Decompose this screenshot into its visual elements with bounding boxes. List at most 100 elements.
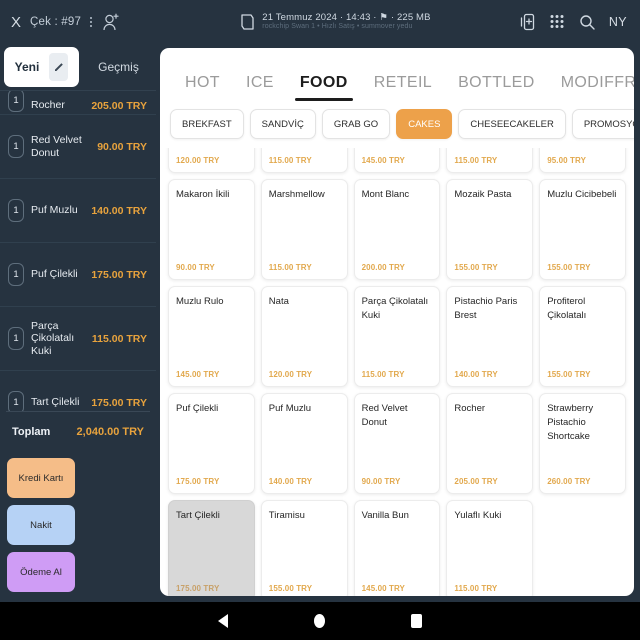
tab-bottled[interactable]: BOTTLED	[445, 74, 548, 101]
chip-cakes[interactable]: CAKES	[396, 109, 453, 139]
product-card[interactable]: Mont Blanc 200.00 TRY	[353, 179, 441, 280]
product-price: 155.00 TRY	[454, 263, 498, 272]
cart-item-qty[interactable]: 1	[8, 327, 24, 350]
cart-item-price: 90.00 TRY	[97, 140, 147, 153]
product-price: 115.00 TRY	[454, 584, 498, 593]
product-card[interactable]: Rocher 205.00 TRY	[446, 393, 534, 494]
product-card[interactable]: Mozaik Pasta 155.00 TRY	[446, 179, 534, 280]
product-name: Rocher	[454, 403, 486, 414]
tab-ice[interactable]: ICE	[233, 74, 287, 101]
take-payment-button[interactable]: Ödeme Al	[7, 552, 75, 592]
cart-item-price: 115.00 TRY	[91, 332, 147, 345]
product-card[interactable]: Marshmellow 115.00 TRY	[260, 179, 348, 280]
cart-item-row[interactable]: 1 Puf Muzlu 140.00 TRY	[0, 179, 156, 243]
add-to-list-icon[interactable]	[520, 13, 536, 31]
cart-item-qty[interactable]: 1	[8, 199, 24, 222]
product-price: 175.00 TRY	[176, 477, 220, 486]
product-name: Marshmellow	[268, 189, 325, 200]
product-price: 95.00 TRY	[547, 156, 587, 165]
product-card[interactable]: 95.00 TRY	[539, 148, 626, 173]
product-card[interactable]: Puf Çilekli 175.00 TRY	[168, 393, 255, 494]
chip-grab-go[interactable]: GRAB GO	[321, 109, 391, 139]
product-card[interactable]: 120.00 TRY	[168, 148, 255, 173]
search-icon[interactable]	[579, 14, 596, 31]
cart-item-qty[interactable]: 1	[8, 91, 24, 112]
product-grid: 120.00 TRY 115.00 TRY 145.00 TRY 115.00 TRY…	[168, 148, 626, 596]
product-name: Profiterol Çikolatalı	[547, 296, 587, 321]
product-name: Mozaik Pasta	[454, 189, 512, 200]
product-price: 205.00 TRY	[454, 477, 498, 486]
tab-gecmis[interactable]: Geçmiş	[81, 44, 156, 90]
product-card[interactable]: Puf Muzlu 140.00 TRY	[260, 393, 348, 494]
tab-food[interactable]: FOOD	[287, 74, 361, 101]
tab-yeni[interactable]: Yeni	[4, 47, 79, 87]
cart-item-row[interactable]: 1 Red Velvet Donut 90.00 TRY	[0, 115, 156, 179]
user-initials-badge[interactable]: NY	[609, 15, 627, 29]
cart-item-row[interactable]: 1 Puf Çilekli 175.00 TRY	[0, 243, 156, 307]
product-card[interactable]: Muzlu Cicibebeli 155.00 TRY	[539, 179, 626, 280]
check-number-label[interactable]: Çek : #97	[30, 16, 81, 28]
kebab-menu-icon[interactable]	[90, 17, 93, 27]
product-card[interactable]: 115.00 TRY	[260, 148, 348, 173]
product-price: 90.00 TRY	[176, 263, 215, 272]
add-person-icon[interactable]	[101, 11, 121, 33]
tab-hot[interactable]: HOT	[172, 74, 233, 101]
product-card[interactable]: Pistachio Paris Brest 140.00 TRY	[446, 286, 534, 387]
recents-square-icon[interactable]	[411, 614, 422, 628]
cart-item-qty[interactable]: 1	[8, 263, 24, 286]
cash-button[interactable]: Nakit	[7, 505, 75, 545]
cart-item-row[interactable]: 1 Tart Çilekli 175.00 TRY	[0, 371, 156, 411]
pencil-icon[interactable]	[49, 53, 69, 81]
cart-item-row[interactable]: 1 Rocher 205.00 TRY	[0, 91, 156, 115]
cart-item-name: Puf Çilekli	[31, 268, 78, 281]
cart-item-list[interactable]: 1 Rocher 205.00 TRY 1 Red Velvet Donut 9…	[0, 90, 156, 411]
tab-reteil[interactable]: RETEIL	[361, 74, 445, 101]
product-card[interactable]: 145.00 TRY	[353, 148, 441, 173]
product-price: 115.00 TRY	[361, 370, 405, 379]
cart-item-qty[interactable]: 1	[8, 135, 24, 158]
product-card[interactable]: Makaron İkili 90.00 TRY	[168, 179, 255, 280]
chip-sandvic[interactable]: SANDVİÇ	[249, 109, 316, 139]
cart-item-name: Parça Çikolatalı Kuki	[31, 319, 75, 357]
product-card[interactable]: Nata 120.00 TRY	[260, 286, 348, 387]
product-card[interactable]: Profiterol Çikolatalı 155.00 TRY	[539, 286, 626, 387]
close-icon[interactable]: X	[11, 15, 21, 30]
credit-card-button[interactable]: Kredi Kartı	[7, 458, 75, 498]
product-name: Puf Muzlu	[268, 403, 312, 414]
product-name: Tart Çilekli	[176, 510, 220, 521]
session-info: 21 Temmuz 2024 · 14:43 · ⚑ · 225 MB rock…	[151, 11, 520, 32]
cart-item-row[interactable]: 1 Parça Çikolatalı Kuki 115.00 TRY	[0, 307, 156, 371]
qr-grid-icon[interactable]	[549, 14, 566, 31]
product-card[interactable]: Yulaflı Kuki 115.00 TRY	[446, 500, 534, 596]
cart-item-name: Red Velvet Donut	[31, 133, 82, 159]
product-price: 145.00 TRY	[361, 584, 405, 593]
chip-cheseecakeler[interactable]: CHESEECAKELER	[458, 109, 566, 139]
chip-promosyon[interactable]: PROMOSYON	[571, 109, 634, 139]
back-triangle-icon[interactable]	[218, 614, 228, 628]
cart-item-price: 175.00 TRY	[91, 268, 147, 281]
product-price: 200.00 TRY	[361, 263, 405, 272]
product-card[interactable]: Vanilla Bun 145.00 TRY	[353, 500, 441, 596]
chip-brekfast[interactable]: BREKFAST	[170, 109, 244, 139]
product-name: Red Velvet Donut	[361, 403, 408, 428]
cart-item-qty[interactable]: 1	[8, 391, 24, 411]
catalog-panel: HOT ICE FOOD RETEIL BOTTLED MODIFFRES BR…	[160, 48, 634, 596]
product-price: 155.00 TRY	[268, 584, 313, 593]
product-card[interactable]: Tart Çilekli 175.00 TRY	[168, 500, 255, 596]
product-card[interactable]: Parça Çikolatalı Kuki 115.00 TRY	[353, 286, 441, 387]
tab-modiffres[interactable]: MODIFFRES	[548, 74, 634, 101]
session-title: 21 Temmuz 2024 · 14:43 · ⚑ · 225 MB	[262, 11, 431, 23]
cart-item-name: Puf Muzlu	[31, 204, 78, 217]
product-price: 175.00 TRY	[176, 584, 220, 593]
product-grid-scroll[interactable]: 120.00 TRY 115.00 TRY 145.00 TRY 115.00 TRY…	[160, 148, 634, 596]
product-card[interactable]: Red Velvet Donut 90.00 TRY	[353, 393, 441, 494]
product-card[interactable]: Muzlu Rulo 145.00 TRY	[168, 286, 255, 387]
product-name: Muzlu Cicibebeli	[547, 189, 617, 200]
tab-gecmis-label: Geçmiş	[98, 60, 139, 74]
android-nav-bar	[0, 602, 640, 640]
order-total: Toplam 2,040.00 TRY	[6, 411, 150, 451]
product-card[interactable]: Tiramisu 155.00 TRY	[260, 500, 348, 596]
home-circle-icon[interactable]	[314, 614, 325, 628]
product-card[interactable]: Strawberry Pistachio Shortcake 260.00 TRY	[539, 393, 626, 494]
product-card[interactable]: 115.00 TRY	[446, 148, 534, 173]
